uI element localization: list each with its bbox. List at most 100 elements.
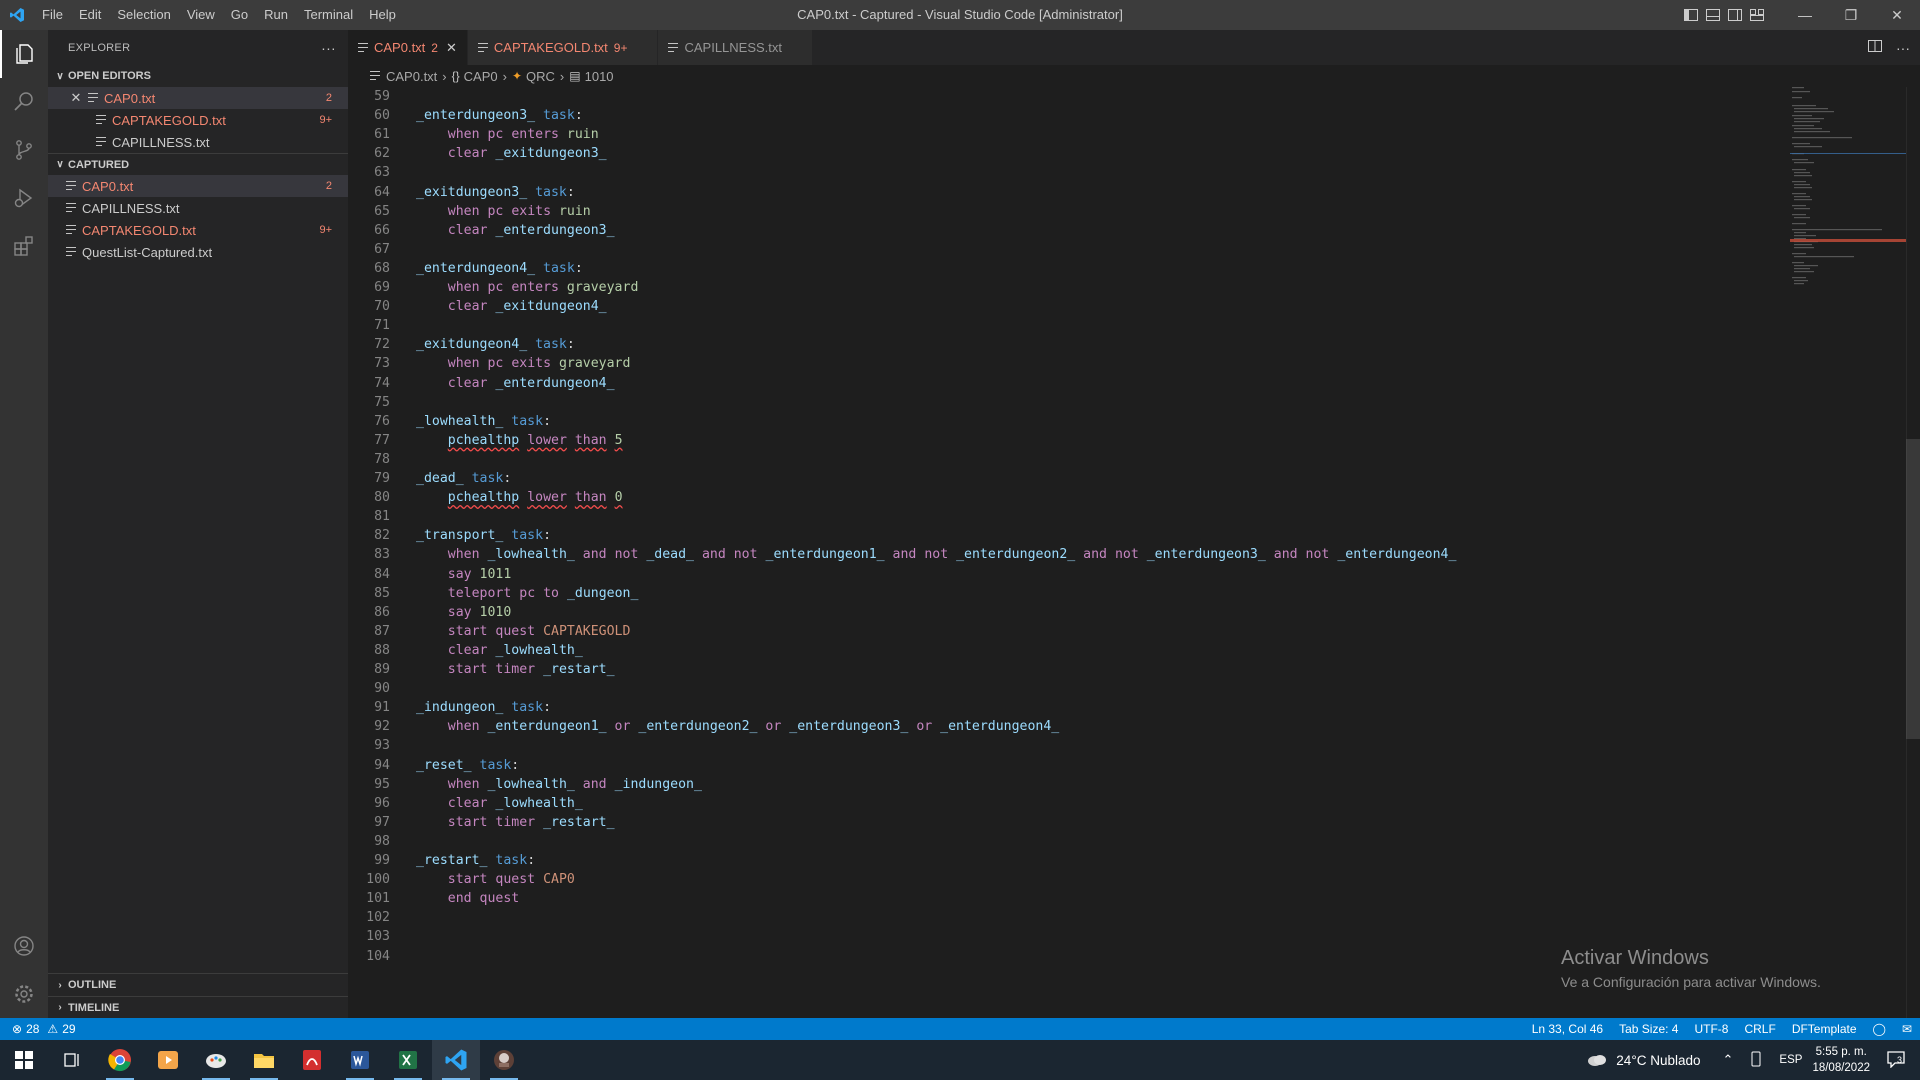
file-item[interactable]: CAPILLNESS.txt [48,197,348,219]
breadcrumb: CAP0.txt › {} CAP0 › ✦ QRC › ▤ 1010 [348,65,1920,87]
tab-captakegold[interactable]: CAPTAKEGOLD.txt 9+ [467,30,659,65]
menu-go[interactable]: Go [223,0,256,30]
close-window-button[interactable]: ✕ [1874,0,1920,30]
line-number: 86 [374,604,390,620]
line-number: 88 [374,642,390,658]
minimap[interactable] [1788,87,1908,297]
code-text: teleport pc to _dungeon_ [447,585,639,601]
menu-selection[interactable]: Selection [109,0,178,30]
timeline-section[interactable]: › TIMELINE [48,996,348,1018]
code-text: _enterdungeon4_ task: [416,260,583,276]
problems-indicator[interactable]: ⊗ 28 ⚠ 29 [0,1022,76,1036]
menu-run[interactable]: Run [256,0,296,30]
file-item[interactable]: CAP0.txt 2 [48,175,348,197]
menu-help[interactable]: Help [361,0,404,30]
close-icon[interactable]: ✕ [446,40,457,56]
file-item[interactable]: CAPTAKEGOLD.txt 9+ [48,219,348,241]
extensions-icon[interactable] [0,222,48,270]
clock[interactable]: 5:55 p. m. 18/08/2022 [1802,1044,1880,1076]
weather-text[interactable]: 24°C Nublado [1616,1053,1700,1068]
tab-capillness[interactable]: CAPILLNESS.txt [658,30,814,65]
captured-folder-section[interactable]: ∨ CAPTURED [48,153,348,175]
chrome-icon[interactable] [96,1040,144,1080]
class-symbol-icon: ✦ [511,69,523,83]
close-icon[interactable]: ✕ [68,90,84,106]
feedback-icon[interactable]: ◯ [1873,1022,1886,1036]
vscode-taskbar-icon[interactable] [432,1040,480,1080]
code-line: 104 [348,947,390,966]
code-line: 70 clear _exitdungeon4_ [348,297,606,316]
restore-button[interactable]: ❐ [1828,0,1874,30]
device-icon[interactable] [1751,1051,1763,1070]
line-number: 87 [374,623,390,639]
file-item[interactable]: QuestList-Captured.txt [48,241,348,263]
code-line: 97 start timer _restart_ [348,813,614,832]
outline-section[interactable]: › OUTLINE [48,974,348,996]
line-number: 100 [366,872,390,888]
line-number: 99 [374,853,390,868]
line-number: 78 [374,451,390,467]
breadcrumb-symbol[interactable]: 1010 [585,69,614,84]
cursor-position[interactable]: Ln 33, Col 46 [1532,1022,1603,1036]
code-line: 98 [348,832,390,851]
open-editor-item[interactable]: CAPTAKEGOLD.txt 9+ [48,109,348,131]
pdf-reader-icon[interactable] [288,1040,336,1080]
code-text: when _enterdungeon1_ or _enterdungeon2_ … [447,719,1060,735]
input-language[interactable]: ESP [1779,1054,1802,1066]
more-actions-icon[interactable]: ··· [321,40,336,56]
paint-app-icon[interactable] [192,1040,240,1080]
line-ending[interactable]: CRLF [1744,1022,1775,1036]
search-icon[interactable] [0,78,48,126]
code-text: _exitdungeon4_ task: [416,337,575,353]
split-editor-icon[interactable] [1868,40,1882,55]
open-editor-item[interactable]: CAPILLNESS.txt [48,131,348,153]
source-control-icon[interactable] [0,126,48,174]
game-app-icon[interactable] [480,1040,528,1080]
breadcrumb-symbol[interactable]: QRC [526,69,555,84]
language-mode[interactable]: DFTemplate [1792,1022,1857,1036]
code-line: 102 [348,908,390,927]
line-number: 80 [374,490,390,506]
encoding[interactable]: UTF-8 [1694,1022,1728,1036]
excel-icon[interactable] [384,1040,432,1080]
code-line: 74 clear _enterdungeon4_ [348,374,614,393]
open-editors-section[interactable]: ∨ OPEN EDITORS [48,65,348,87]
task-view-icon[interactable] [48,1040,96,1080]
menu-view[interactable]: View [179,0,223,30]
code-editor[interactable]: 59 60 _enterdungeon3_ task: 61 when pc ente… [348,87,1920,1018]
word-icon[interactable] [336,1040,384,1080]
menu-edit[interactable]: Edit [71,0,109,30]
tab-cap0[interactable]: CAP0.txt 2 ✕ [348,30,468,65]
file-icon [66,247,76,257]
breadcrumb-file[interactable]: CAP0.txt [386,69,437,84]
toggle-panel-icon[interactable] [1702,0,1724,30]
more-actions-icon[interactable]: ··· [1896,40,1910,56]
menu-terminal[interactable]: Terminal [296,0,361,30]
line-number: 77 [374,432,390,448]
code-line: 61 when pc enters ruin [348,125,599,144]
explorer-icon[interactable] [0,30,48,78]
breadcrumb-symbol[interactable]: CAP0 [464,69,498,84]
minimize-button[interactable]: — [1782,0,1828,30]
menu-file[interactable]: File [34,0,71,30]
windows-start-icon[interactable] [0,1040,48,1080]
accounts-icon[interactable] [0,922,48,970]
open-editor-item[interactable]: ✕ CAP0.txt 2 [48,87,348,109]
toggle-sidebar-icon[interactable] [1680,0,1702,30]
vertical-scrollbar[interactable] [1906,87,1920,1018]
settings-gear-icon[interactable] [0,970,48,1018]
windows-taskbar: 24°C Nublado ⌃ ESP 5:55 p. m. 18/08/2022… [0,1040,1920,1080]
scrollbar-thumb[interactable] [1906,439,1920,739]
notification-center-icon[interactable]: 3 [1886,1050,1906,1071]
media-player-icon[interactable] [144,1040,192,1080]
code-line: 89 start timer _restart_ [348,660,614,679]
notifications-bell-icon[interactable]: ✉ [1902,1022,1912,1036]
tab-size[interactable]: Tab Size: 4 [1619,1022,1678,1036]
toggle-secondary-sidebar-icon[interactable] [1724,0,1746,30]
braces-icon: {} [451,69,460,83]
run-debug-icon[interactable] [0,174,48,222]
customize-layout-icon[interactable] [1746,0,1768,30]
chevron-up-icon[interactable]: ⌃ [1723,1052,1734,1068]
file-explorer-icon[interactable] [240,1040,288,1080]
line-number: 84 [374,566,390,582]
